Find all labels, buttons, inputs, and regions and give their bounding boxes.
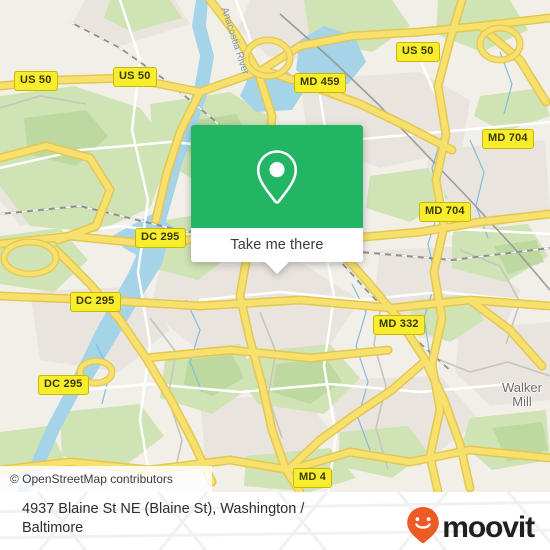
road-shield: DC 295	[38, 375, 89, 395]
take-me-there-button[interactable]: Take me there	[191, 228, 363, 262]
moovit-smiling-pin-icon	[406, 506, 440, 549]
road-shield: MD 704	[419, 202, 471, 222]
map-canvas[interactable]: Anacostia River US 50 US 50 US 50 MD 459 MD …	[0, 0, 550, 492]
take-me-there-label: Take me there	[230, 237, 324, 253]
road-shield: DC 295	[135, 228, 186, 248]
attribution-label: © OpenStreetMap contributors	[10, 472, 173, 486]
road-shield: MD 332	[373, 315, 425, 335]
road-shield: US 50	[396, 42, 440, 62]
place-label: Walker Mill	[502, 380, 542, 409]
location-popup[interactable]: Take me there	[191, 125, 363, 274]
moovit-wordmark: moovit	[442, 510, 535, 544]
map-attribution[interactable]: © OpenStreetMap contributors	[0, 466, 212, 492]
moovit-location-card: Anacostia River US 50 US 50 US 50 MD 459 MD …	[0, 0, 550, 550]
popup-tail	[265, 262, 289, 274]
location-title: 4937 Blaine St NE (Blaine St), Washingto…	[22, 501, 305, 536]
road-shield: MD 4	[293, 468, 333, 488]
road-shield: MD 704	[482, 129, 534, 149]
map-pin-icon	[254, 148, 300, 206]
road-shield: DC 295	[70, 292, 121, 312]
popup-header	[191, 125, 363, 228]
moovit-logo[interactable]: moovit	[406, 506, 535, 549]
road-shield: US 50	[14, 71, 58, 91]
road-shield: US 50	[113, 67, 157, 87]
road-shield: MD 459	[294, 73, 346, 93]
footer-bar: 4937 Blaine St NE (Blaine St), Washingto…	[0, 492, 550, 550]
